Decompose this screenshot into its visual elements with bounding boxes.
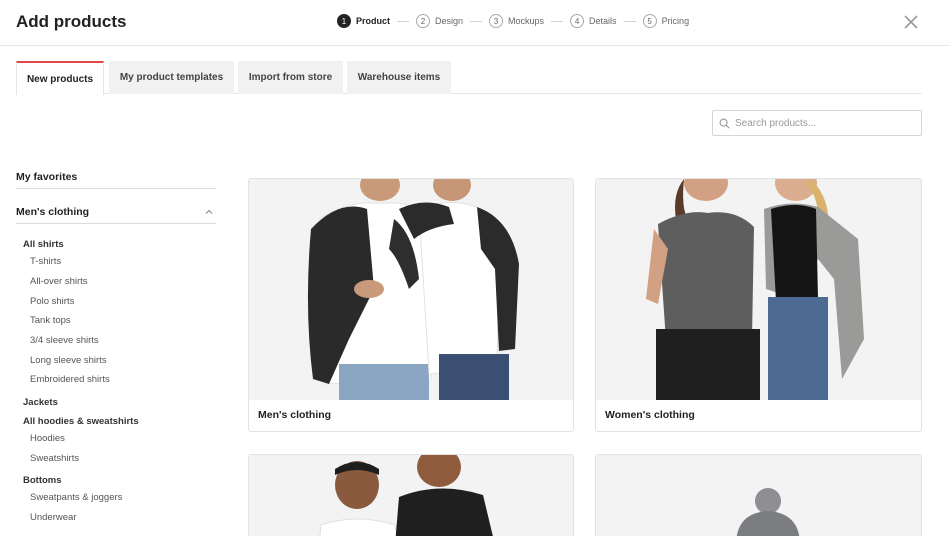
product-image	[249, 455, 573, 536]
product-card-mens-clothing[interactable]: Men's clothing	[248, 178, 574, 432]
step-label: Product	[356, 16, 391, 26]
close-icon[interactable]	[903, 14, 919, 30]
sidebar-item-underwear[interactable]: Underwear	[30, 512, 76, 523]
step-number: 2	[416, 14, 431, 28]
card-title: Men's clothing	[258, 409, 332, 421]
category-toggle[interactable]: Men's clothing	[16, 201, 216, 224]
tab-import-from-store[interactable]: Import from store	[238, 61, 343, 94]
favorites-label: My favorites	[16, 171, 78, 183]
search-icon	[719, 118, 730, 128]
step-design[interactable]: 2 Design	[416, 14, 463, 28]
sidebar-item-tank-tops[interactable]: Tank tops	[30, 315, 71, 326]
sidebar-item-all-over-shirts[interactable]: All-over shirts	[30, 276, 88, 287]
chevron-up-icon	[205, 209, 213, 214]
tab-warehouse-items[interactable]: Warehouse items	[347, 61, 451, 94]
modal-header: Add products 1 Product 2 Design 3 Mockup…	[0, 0, 950, 46]
favorites-link[interactable]: My favorites	[16, 166, 216, 189]
step-label: Details	[589, 16, 617, 26]
sidebar-item-embroidered-shirts[interactable]: Embroidered shirts	[30, 374, 110, 385]
step-separator	[623, 20, 636, 22]
sidebar-item-sweatpants-joggers[interactable]: Sweatpants & joggers	[30, 492, 122, 503]
product-image	[596, 179, 921, 400]
tab-new-products[interactable]: New products	[16, 61, 104, 95]
step-number: 1	[337, 14, 351, 28]
step-separator	[397, 20, 410, 22]
mens-clothing-photo	[249, 179, 573, 400]
product-card-hats[interactable]	[595, 454, 922, 536]
product-image	[249, 179, 573, 400]
progress-stepper: 1 Product 2 Design 3 Mockups 4 Details 5…	[337, 14, 689, 28]
sidebar-item-hoodies[interactable]: Hoodies	[30, 433, 65, 444]
card-title: Women's clothing	[605, 409, 695, 421]
kids-clothing-photo	[249, 455, 573, 536]
product-image	[596, 455, 921, 536]
tab-my-product-templates[interactable]: My product templates	[109, 61, 234, 94]
sidebar-item-all-shirts[interactable]: All shirts	[23, 239, 64, 250]
sidebar-item-all-hoodies-sweatshirts[interactable]: All hoodies & sweatshirts	[23, 416, 139, 427]
step-number: 4	[570, 14, 585, 28]
womens-clothing-photo	[596, 179, 921, 400]
sidebar-item-t-shirts[interactable]: T-shirts	[30, 256, 61, 267]
search-input[interactable]	[735, 117, 915, 129]
step-separator	[551, 20, 564, 22]
hats-photo	[596, 455, 921, 536]
tab-bar: New products My product templates Import…	[16, 61, 922, 95]
step-pricing[interactable]: 5 Pricing	[642, 14, 690, 28]
step-label: Mockups	[508, 16, 545, 26]
step-number: 5	[642, 14, 657, 28]
category-label: Men's clothing	[16, 206, 90, 218]
step-number: 3	[489, 14, 504, 28]
search-box[interactable]	[712, 110, 922, 136]
sidebar-item-jackets[interactable]: Jackets	[23, 397, 58, 408]
step-mockups[interactable]: 3 Mockups	[489, 14, 544, 28]
product-card-womens-clothing[interactable]: Women's clothing	[595, 178, 922, 432]
step-label: Pricing	[661, 16, 690, 26]
sidebar-item-sweatshirts[interactable]: Sweatshirts	[30, 453, 79, 464]
sidebar-item-3-4-sleeve-shirts[interactable]: 3/4 sleeve shirts	[30, 335, 99, 346]
page-title: Add products	[16, 12, 127, 31]
sidebar-item-bottoms[interactable]: Bottoms	[23, 475, 62, 486]
step-separator	[470, 20, 483, 22]
sidebar-item-polo-shirts[interactable]: Polo shirts	[30, 296, 74, 307]
step-product[interactable]: 1 Product	[337, 14, 390, 28]
step-label: Design	[435, 16, 464, 26]
step-details[interactable]: 4 Details	[570, 14, 617, 28]
product-card-kids[interactable]	[248, 454, 574, 536]
sidebar-item-long-sleeve-shirts[interactable]: Long sleeve shirts	[30, 355, 107, 366]
